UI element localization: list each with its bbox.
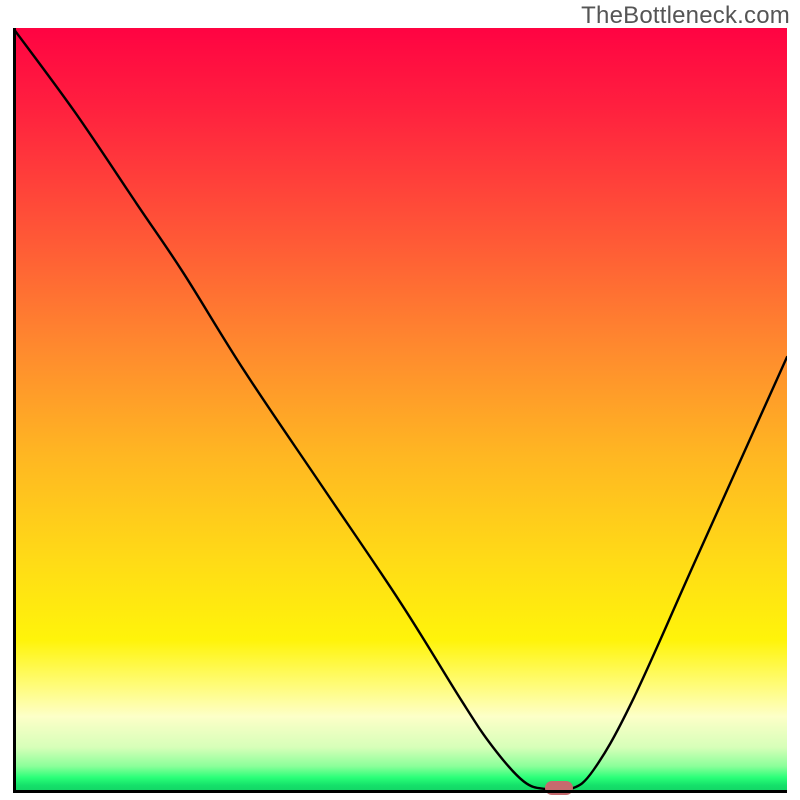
optimal-point-marker	[545, 781, 573, 795]
bottleneck-chart: TheBottleneck.com	[0, 0, 800, 800]
x-axis	[13, 790, 787, 793]
curve-layer	[13, 28, 787, 793]
plot-area	[13, 28, 787, 793]
y-axis	[13, 28, 16, 793]
bottleneck-curve-path	[13, 28, 787, 791]
watermark-text: TheBottleneck.com	[581, 2, 790, 30]
